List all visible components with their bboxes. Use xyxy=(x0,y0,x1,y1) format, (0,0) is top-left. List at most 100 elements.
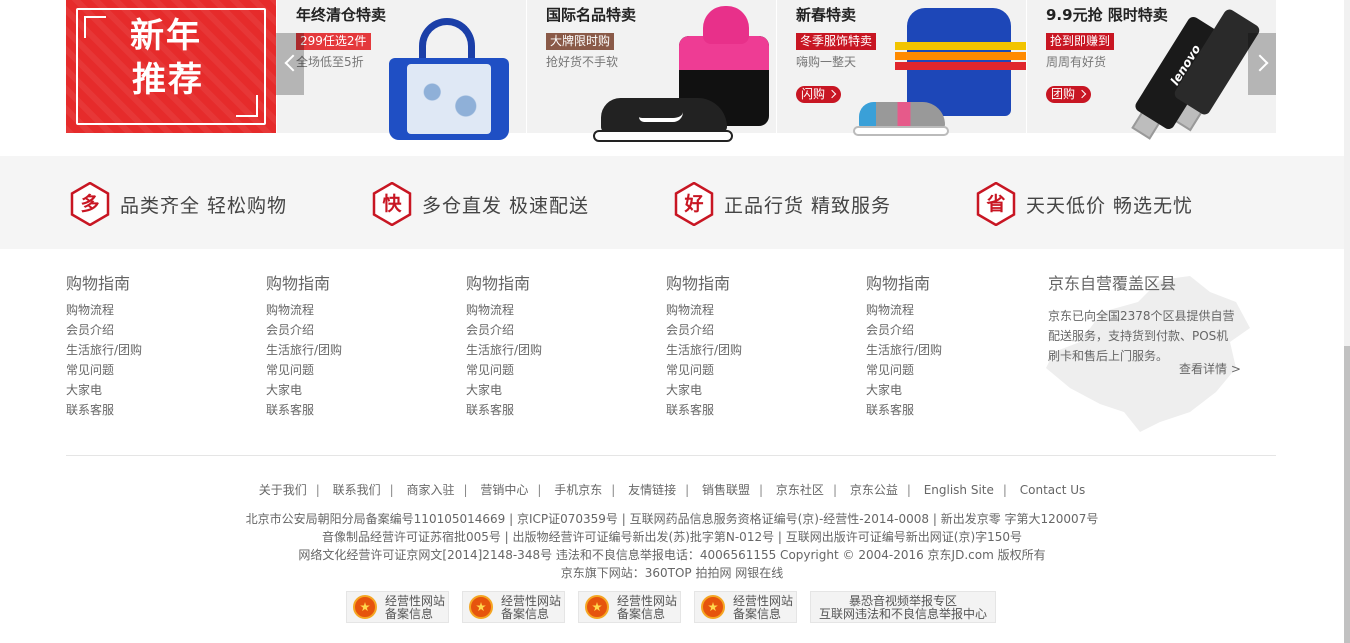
record-badge[interactable]: 经营性网站 备案信息 xyxy=(462,591,565,623)
service-item-savings: 省 天天低价 畅选无忧 xyxy=(976,182,1193,226)
footer-link[interactable]: 购物流程 xyxy=(266,300,446,320)
footer-link[interactable]: 常见问题 xyxy=(866,360,1046,380)
police-seal-icon xyxy=(701,595,725,619)
promo-card-clearance[interactable]: 年终清仓特卖 299任选2件 全场低至5折 xyxy=(276,0,526,140)
footer-column: 购物指南 购物流程 会员介绍 生活旅行/团购 常见问题 大家电 联系客服 xyxy=(266,272,446,420)
service-text: 品类齐全 轻松购物 xyxy=(120,194,288,217)
footer-link[interactable]: 联系客服 xyxy=(466,400,646,420)
flash-sale-button[interactable]: 闪购 xyxy=(796,86,842,103)
footer-column-title: 购物指南 xyxy=(266,274,331,293)
footer-link[interactable]: 购物流程 xyxy=(466,300,646,320)
footer-column: 购物指南 购物流程 会员介绍 生活旅行/团购 常见问题 大家电 联系客服 xyxy=(466,272,646,420)
footer-link[interactable]: 购物流程 xyxy=(866,300,1046,320)
scrollbar-thumb[interactable] xyxy=(1344,346,1350,643)
newyear-banner[interactable]: 新年 推荐 xyxy=(66,0,276,133)
copyright-line: 京东旗下网站：360TOP 拍拍网 网银在线 xyxy=(560,566,784,580)
footer-link[interactable]: 联系客服 xyxy=(866,400,1046,420)
promo-strip: 新年 推荐 年终清仓特卖 299任选2件 全场低至5折 国际名品特卖 大牌限时购… xyxy=(66,0,1276,142)
coverage-details-link[interactable]: 查看详情 > xyxy=(1179,360,1241,377)
copyright-line: 网络文化经营许可证京网文[2014]2148-348号 违法和不良信息举报电话：… xyxy=(298,548,1046,562)
footer-link[interactable]: 会员介绍 xyxy=(866,320,1046,340)
promo-card-tag: 大牌限时购 xyxy=(546,33,615,50)
footer-link-english[interactable]: English Site xyxy=(924,483,994,497)
certification-badges: 经营性网站 备案信息 经营性网站 备案信息 经营性网站 备案信息 经营性网站 备… xyxy=(346,591,996,623)
usb-drive-image: lenovo xyxy=(1131,7,1262,148)
footer-link[interactable]: 生活旅行/团购 xyxy=(666,340,846,360)
footer-column-title: 购物指南 xyxy=(466,274,531,293)
sneaker-image xyxy=(853,100,949,140)
group-buy-button[interactable]: 团购 xyxy=(1046,86,1092,103)
footer-link-alliance[interactable]: 销售联盟 xyxy=(702,483,750,497)
footer-link[interactable]: 会员介绍 xyxy=(666,320,846,340)
footer-link[interactable]: 会员介绍 xyxy=(266,320,446,340)
coverage-section: 京东自营覆盖区县 京东已向全国2378个区县提供自营配送服务，支持货到付款、PO… xyxy=(1046,272,1276,442)
footer-link[interactable]: 大家电 xyxy=(266,380,446,400)
footer-column: 购物指南 购物流程 会员介绍 生活旅行/团购 常见问题 大家电 联系客服 xyxy=(866,272,1046,420)
footer-link[interactable]: 生活旅行/团购 xyxy=(466,340,646,360)
promo-card-title: 国际名品特卖 xyxy=(546,6,637,24)
record-badge[interactable]: 经营性网站 备案信息 xyxy=(578,591,681,623)
promo-card-subtitle: 嗨购一整天 xyxy=(796,55,857,69)
hexagon-icon: 好 xyxy=(674,182,714,226)
service-bar: 多 品类齐全 轻松购物 快 多仓直发 极速配送 好 正品行货 精致服务 省 天天… xyxy=(0,156,1344,249)
copyright-block: 北京市公安局朝阳分局备案编号110105014669 | 京ICP证070359… xyxy=(0,510,1344,582)
footer-link-merchant[interactable]: 商家入驻 xyxy=(406,483,454,497)
promo-card-tag: 抢到即赚到 xyxy=(1046,33,1115,50)
footer-link[interactable]: 大家电 xyxy=(66,380,246,400)
footer-link[interactable]: 联系客服 xyxy=(66,400,246,420)
badge-line2: 互联网违法和不良信息举报中心 xyxy=(818,607,987,621)
footer-link-marketing[interactable]: 营销中心 xyxy=(480,483,528,497)
footer-link[interactable]: 常见问题 xyxy=(66,360,246,380)
coverage-text: 京东已向全国2378个区县提供自营配送服务，支持货到付款、POS机刷卡和售后上门… xyxy=(1048,309,1235,363)
footer-link[interactable]: 联系客服 xyxy=(266,400,446,420)
report-center-badge[interactable]: 暴恐音视频举报专区 互联网违法和不良信息举报中心 xyxy=(810,591,996,623)
footer-link[interactable]: 购物流程 xyxy=(66,300,246,320)
footer-link[interactable]: 常见问题 xyxy=(666,360,846,380)
service-char: 多 xyxy=(80,193,100,215)
footer-links: 关于我们 | 联系我们 | 商家入驻 | 营销中心 | 手机京东 | 友情链接 | 销售联盟… xyxy=(258,483,1086,497)
record-badge[interactable]: 经营性网站 备案信息 xyxy=(694,591,797,623)
promo-card-flash[interactable]: 9.9元抢 限时特卖 抢到即赚到 周周有好货 团购 lenovo xyxy=(1026,0,1276,140)
carousel-prev-icon[interactable] xyxy=(276,33,304,95)
handbag-image xyxy=(389,18,509,142)
footer-link[interactable]: 大家电 xyxy=(466,380,646,400)
promo-card-tag: 299任选2件 xyxy=(296,33,371,50)
footer-link[interactable]: 生活旅行/团购 xyxy=(66,340,246,360)
footer-link[interactable]: 会员介绍 xyxy=(66,320,246,340)
promo-card-international[interactable]: 国际名品特卖 大牌限时购 抢好货不手软 xyxy=(526,0,776,142)
footer-link-about[interactable]: 关于我们 xyxy=(259,483,307,497)
footer-column: 购物指南 购物流程 会员介绍 生活旅行/团购 常见问题 大家电 联系客服 xyxy=(66,272,246,420)
footer-column: 购物指南 购物流程 会员介绍 生活旅行/团购 常见问题 大家电 联系客服 xyxy=(666,272,846,420)
promo-card-subtitle: 全场低至5折 xyxy=(296,55,364,69)
service-char: 省 xyxy=(986,193,1006,215)
footer-link[interactable]: 常见问题 xyxy=(266,360,446,380)
footer-link[interactable]: 联系客服 xyxy=(666,400,846,420)
record-badge[interactable]: 经营性网站 备案信息 xyxy=(346,591,449,623)
footer-link-community[interactable]: 京东社区 xyxy=(776,483,824,497)
service-text: 多仓直发 极速配送 xyxy=(422,194,590,217)
service-item-quality: 好 正品行货 精致服务 xyxy=(674,182,891,226)
footer-link-mobile[interactable]: 手机京东 xyxy=(554,483,602,497)
footer-link[interactable]: 常见问题 xyxy=(466,360,646,380)
copyright-line: 北京市公安局朝阳分局备案编号110105014669 | 京ICP证070359… xyxy=(245,512,1099,526)
footer-link[interactable]: 购物流程 xyxy=(666,300,846,320)
footer-column-title: 购物指南 xyxy=(866,274,931,293)
service-item-variety: 多 品类齐全 轻松购物 xyxy=(70,182,287,226)
footer-link-contact[interactable]: 联系我们 xyxy=(333,483,381,497)
promo-card-spring[interactable]: 新春特卖 冬季服饰特卖 嗨购一整天 闪购 xyxy=(776,0,1027,136)
footer-link[interactable]: 会员介绍 xyxy=(466,320,646,340)
footer-link-charity[interactable]: 京东公益 xyxy=(850,483,898,497)
carousel-next-icon[interactable] xyxy=(1248,33,1276,95)
footer-link-contact-us[interactable]: Contact Us xyxy=(1020,483,1086,497)
footer-link[interactable]: 大家电 xyxy=(666,380,846,400)
sneaker-image xyxy=(593,96,733,146)
footer-link-friends[interactable]: 友情链接 xyxy=(628,483,676,497)
copyright-line: 音像制品经营许可证苏宿批005号 | 出版物经营许可证编号新出发(苏)批字第N-… xyxy=(321,530,1023,544)
footer-link[interactable]: 大家电 xyxy=(866,380,1046,400)
footer-link[interactable]: 生活旅行/团购 xyxy=(866,340,1046,360)
footer-column-title: 购物指南 xyxy=(666,274,731,293)
promo-card-subtitle: 周周有好货 xyxy=(1046,55,1107,69)
page-scrollbar[interactable] xyxy=(1344,0,1350,643)
hexagon-icon: 快 xyxy=(372,182,412,226)
footer-link[interactable]: 生活旅行/团购 xyxy=(266,340,446,360)
